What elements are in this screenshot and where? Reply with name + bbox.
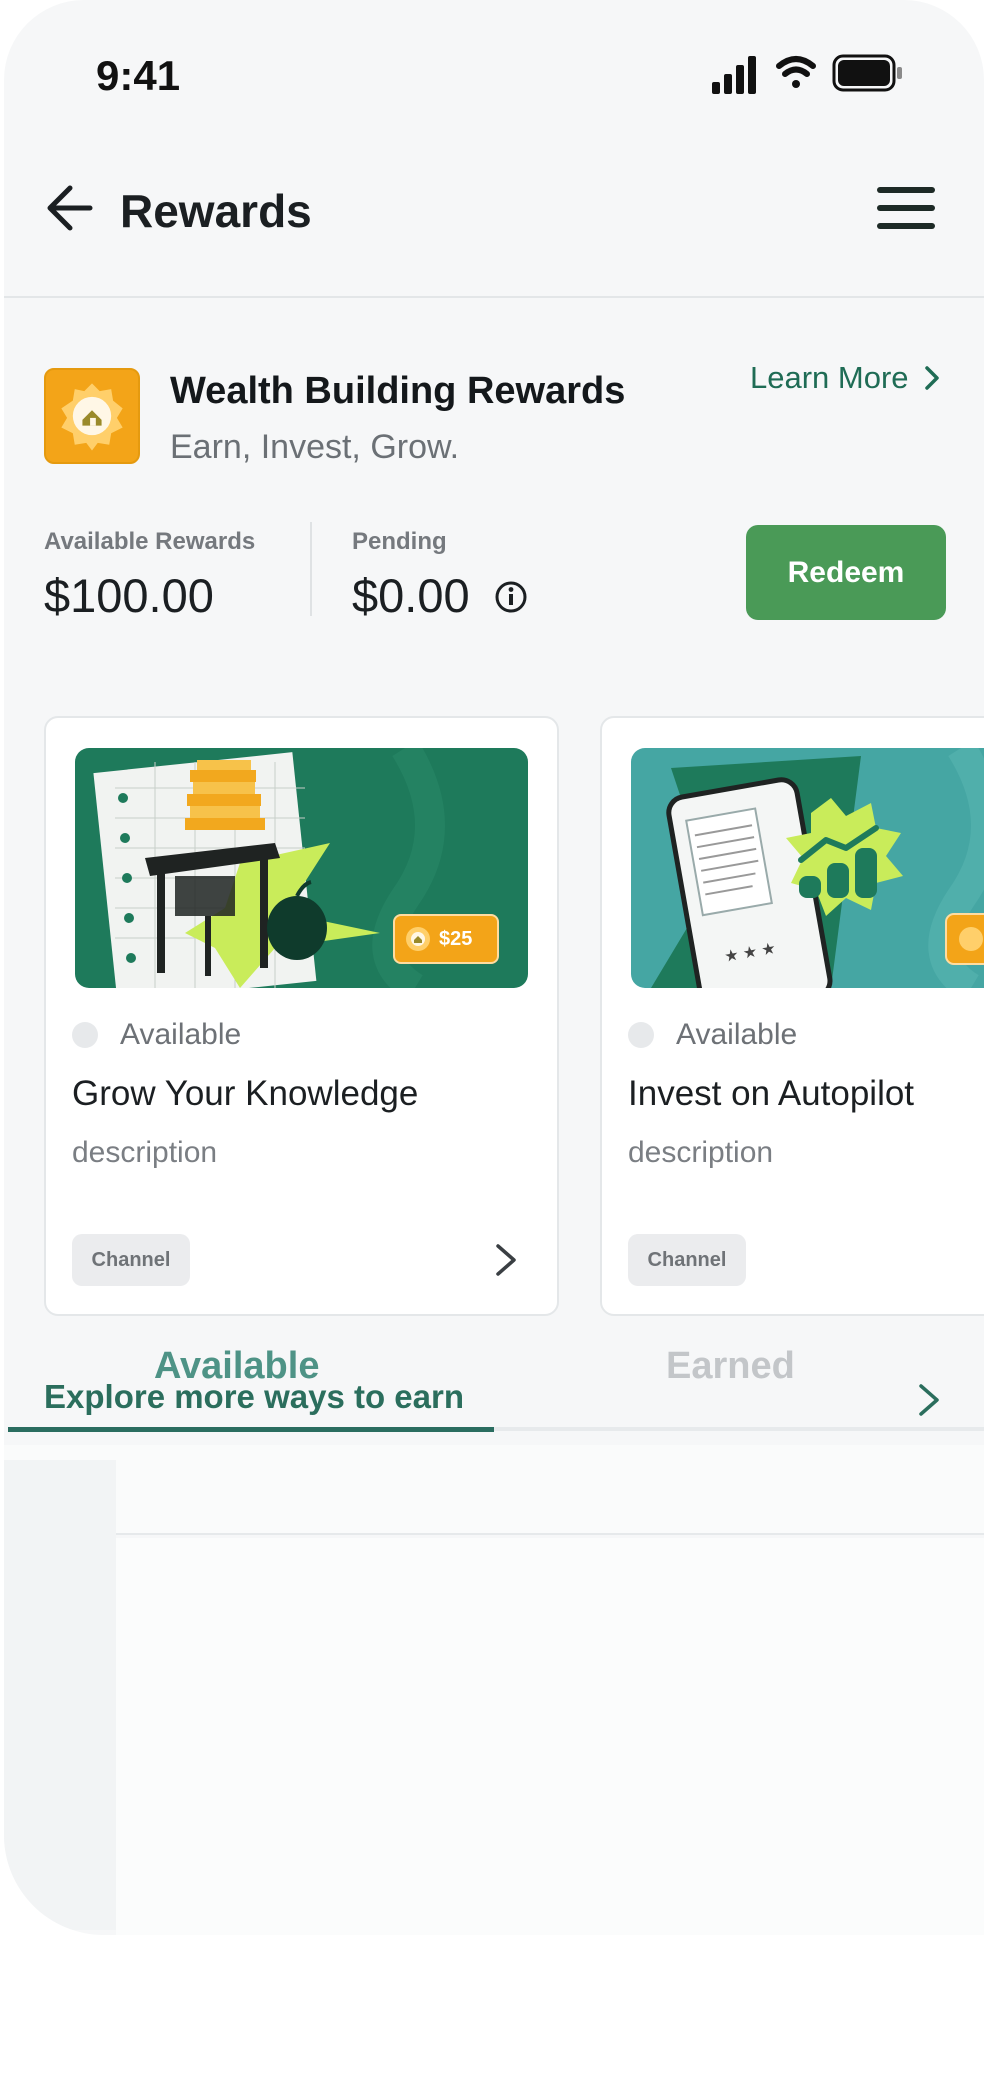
gold-seal-icon (406, 927, 430, 951)
program-subtitle: Earn, Invest, Grow. (170, 428, 460, 466)
card-status: Available (120, 1018, 242, 1051)
learn-more-link[interactable]: Learn More (750, 360, 941, 396)
available-rewards: Available Rewards $100.00 (44, 528, 255, 623)
pending-value: $0.00 (352, 569, 470, 622)
status-time: 9:41 (96, 52, 181, 99)
section-divider-panel (4, 1445, 984, 1535)
available-rewards-label: Available Rewards (44, 528, 256, 555)
wifi-icon (776, 56, 816, 88)
learn-more-label: Learn More (750, 360, 909, 395)
explore-more-link[interactable]: Explore more ways to earn (44, 1378, 464, 1416)
arrow-left-icon[interactable] (42, 178, 102, 238)
status-dot (72, 1022, 98, 1048)
battery-icon (832, 54, 902, 92)
chevron-right-icon[interactable] (486, 1238, 526, 1282)
card-illustration: $25 (75, 748, 528, 988)
card-description: description (72, 1136, 218, 1169)
frame-strip (4, 1460, 116, 1930)
tab-indicator (8, 1427, 494, 1432)
reward-card[interactable]: $25 Available Grow Your Knowledge descri… (44, 716, 559, 1316)
pending-label: Pending (352, 528, 447, 555)
status-bar: 9:41 (4, 0, 984, 140)
chevron-right-icon (924, 366, 939, 390)
card-title: Invest on Autopilot (628, 1074, 915, 1113)
hamburger-menu-icon[interactable] (874, 178, 938, 238)
available-rewards-value: $100.00 (44, 569, 214, 622)
reward-amount: $25 (439, 927, 473, 950)
status-dot (628, 1022, 654, 1048)
status-icons (712, 54, 902, 94)
redeem-button[interactable]: Redeem (746, 525, 946, 620)
pending-rewards: Pending $0.00 (352, 528, 470, 623)
content-panel (116, 1538, 984, 1935)
phone-screen: 9:41 Rewards Wealth Building Rewards Ear… (4, 0, 984, 1935)
reward-card[interactable]: ★ ★ ★ Available Invest on Autopilot desc… (600, 716, 984, 1316)
tab-earned[interactable]: Earned (666, 1345, 795, 1388)
app-bar: Rewards (4, 148, 984, 298)
card-status: Available (676, 1018, 798, 1051)
phone-chart-illustration: ★ ★ ★ (651, 748, 984, 988)
card-illustration: ★ ★ ★ (631, 748, 984, 988)
signal-icon (712, 56, 756, 94)
chevron-right-icon[interactable] (909, 1380, 949, 1420)
card-title: Grow Your Knowledge (72, 1074, 419, 1113)
info-icon[interactable] (494, 580, 528, 614)
page-title: Rewards (120, 185, 312, 237)
gold-seal-home-icon (44, 368, 140, 464)
channel-chip: Channel (72, 1234, 190, 1286)
channel-chip: Channel (628, 1234, 746, 1286)
program-title: Wealth Building Rewards (170, 370, 626, 412)
reward-amount-badge: $25 (393, 914, 499, 964)
divider (310, 522, 312, 616)
card-description: description (628, 1136, 774, 1169)
